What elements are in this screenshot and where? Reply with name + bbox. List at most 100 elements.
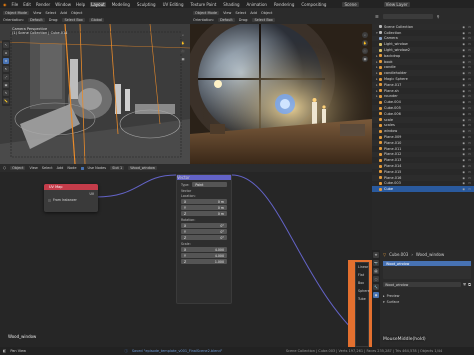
render-camera-icon[interactable]: ▭ xyxy=(468,187,471,191)
object-tab-icon[interactable]: ▢ xyxy=(373,276,379,282)
tab-layout[interactable]: Layout xyxy=(90,1,106,7)
render-camera-icon[interactable]: ▭ xyxy=(468,48,471,52)
material-tab-icon[interactable]: ● xyxy=(373,292,379,298)
visibility-eye-icon[interactable]: ◉ xyxy=(462,170,465,174)
left-mode-select[interactable]: Object Mode xyxy=(3,10,30,15)
render-camera-icon[interactable]: ▭ xyxy=(468,123,471,127)
render-camera-icon[interactable]: ▭ xyxy=(468,129,471,133)
menu-file[interactable]: File xyxy=(12,2,19,7)
node-tree-type-select[interactable]: Object xyxy=(10,166,26,170)
visibility-eye-icon[interactable]: ◉ xyxy=(462,100,465,104)
visibility-eye-icon[interactable]: ◉ xyxy=(462,164,465,168)
cursor-tool-icon[interactable]: ⊕ xyxy=(3,50,9,56)
surface-section-header[interactable]: ▾ Surface xyxy=(383,299,471,305)
visibility-eye-icon[interactable]: ◉ xyxy=(462,147,465,151)
right-orientation-select[interactable]: Default xyxy=(217,17,235,22)
render-camera-icon[interactable]: ▭ xyxy=(468,36,471,40)
visibility-eye-icon[interactable]: ◉ xyxy=(462,135,465,139)
annotate-tool-icon[interactable]: ✎ xyxy=(3,90,9,96)
render-camera-icon[interactable]: ▭ xyxy=(468,65,471,69)
right-menu-add[interactable]: Add xyxy=(250,11,257,15)
tab-modeling[interactable]: Modeling xyxy=(111,2,131,7)
node-menu-view[interactable]: View xyxy=(29,166,37,170)
material-slot-row[interactable]: Wood_window xyxy=(383,261,471,266)
visibility-eye-icon[interactable]: ◉ xyxy=(462,77,465,81)
render-camera-icon[interactable]: ▭ xyxy=(468,71,471,75)
render-camera-icon[interactable]: ▭ xyxy=(468,181,471,185)
render-camera-icon[interactable]: ▭ xyxy=(468,100,471,104)
visibility-eye-icon[interactable]: ◉ xyxy=(462,123,465,127)
outliner-search-input[interactable] xyxy=(382,13,433,19)
visibility-eye-icon[interactable]: ◉ xyxy=(462,54,465,58)
menu-render[interactable]: Render xyxy=(36,2,50,7)
copy-material-icon[interactable]: ⧉ xyxy=(468,282,471,287)
material-datablock-select[interactable]: Wood_window xyxy=(383,282,462,287)
visibility-eye-icon[interactable]: ◉ xyxy=(462,94,465,98)
tab-compositing[interactable]: Compositing xyxy=(300,2,327,7)
render-camera-icon[interactable]: ▭ xyxy=(468,118,471,122)
left-pivot-select[interactable]: Global xyxy=(88,17,105,22)
render-camera-icon[interactable]: ▭ xyxy=(468,83,471,87)
outliner-type-icon[interactable]: ☰ xyxy=(375,14,379,19)
rotation-x-field[interactable]: X 0° xyxy=(181,223,227,228)
render-camera-icon[interactable]: ▭ xyxy=(468,135,471,139)
pan-hand-icon[interactable]: ✋ xyxy=(180,40,186,46)
left-menu-select[interactable]: Select xyxy=(45,11,56,15)
menu-item-sphere[interactable]: Sphere xyxy=(356,287,370,295)
visibility-eye-icon[interactable]: ◉ xyxy=(462,152,465,156)
tab-texture-paint[interactable]: Texture Paint xyxy=(189,2,217,7)
use-nodes-checkbox[interactable] xyxy=(80,166,84,170)
visibility-eye-icon[interactable]: ◉ xyxy=(462,36,465,40)
camera-view-icon[interactable]: 🎥 xyxy=(180,48,186,54)
render-camera-icon[interactable]: ▭ xyxy=(468,94,471,98)
right-grid-view-icon[interactable]: ▦ xyxy=(362,56,368,62)
render-camera-icon[interactable]: ▭ xyxy=(468,147,471,151)
visibility-eye-icon[interactable]: ◉ xyxy=(462,106,465,110)
editor-type-icon[interactable]: ⬡ xyxy=(3,166,6,170)
view-layer-selector[interactable]: View Layer xyxy=(383,1,410,7)
left-drag-select[interactable]: Select Box xyxy=(62,17,85,22)
render-camera-icon[interactable]: ▭ xyxy=(468,164,471,168)
outliner-row[interactable]: Cube ◉ ▭ xyxy=(372,186,474,193)
visibility-eye-icon[interactable]: ◉ xyxy=(462,25,465,29)
visibility-eye-icon[interactable]: ◉ xyxy=(462,65,465,69)
modifier-tab-icon[interactable]: 🔧 xyxy=(373,284,379,290)
visibility-eye-icon[interactable]: ◉ xyxy=(462,176,465,180)
visibility-eye-icon[interactable]: ◉ xyxy=(462,187,465,191)
tab-uv-editing[interactable]: UV Editing xyxy=(162,2,185,7)
menu-item-linear[interactable]: Linear xyxy=(356,263,368,271)
render-camera-icon[interactable]: ▭ xyxy=(468,106,471,110)
render-camera-icon[interactable]: ▭ xyxy=(468,54,471,58)
rotate-tool-icon[interactable]: ↻ xyxy=(3,66,9,72)
menu-help[interactable]: Help xyxy=(76,2,85,7)
visibility-eye-icon[interactable]: ◉ xyxy=(462,42,465,46)
visibility-eye-icon[interactable]: ◉ xyxy=(462,158,465,162)
right-zoom-icon[interactable]: ⌕ xyxy=(362,32,368,38)
measure-tool-icon[interactable]: 📏 xyxy=(3,98,9,104)
rotation-y-field[interactable]: Y 0° xyxy=(181,229,227,234)
left-menu-object[interactable]: Object xyxy=(71,11,82,15)
render-camera-icon[interactable]: ▭ xyxy=(468,170,471,174)
menu-item-flat[interactable]: Flat xyxy=(356,271,368,279)
visibility-eye-icon[interactable]: ◉ xyxy=(462,48,465,52)
location-x-field[interactable]: X 0 m xyxy=(181,199,227,204)
tab-rendering[interactable]: Rendering xyxy=(273,2,295,7)
tab-shading[interactable]: Shading xyxy=(222,2,240,7)
blender-logo-icon[interactable]: ◉ xyxy=(3,2,7,7)
visibility-eye-icon[interactable]: ◉ xyxy=(462,60,465,64)
visibility-eye-icon[interactable]: ◉ xyxy=(462,83,465,87)
left-orientation-select[interactable]: Default xyxy=(27,17,45,22)
render-camera-icon[interactable]: ▭ xyxy=(468,42,471,46)
right-camera-view-icon[interactable]: 🎥 xyxy=(362,48,368,54)
left-menu-add[interactable]: Add xyxy=(60,11,67,15)
rotation-z-field[interactable]: Z 0° xyxy=(181,235,227,240)
right-drag-select[interactable]: Select Box xyxy=(252,17,275,22)
uv-map-node[interactable]: UV Map UV From Instancer xyxy=(44,184,98,212)
tab-sculpting[interactable]: Sculpting xyxy=(136,2,157,7)
location-z-field[interactable]: Z 0 m xyxy=(181,211,227,216)
render-camera-icon[interactable]: ▭ xyxy=(468,141,471,145)
visibility-eye-icon[interactable]: ◉ xyxy=(462,89,465,93)
menu-item-box[interactable]: Box xyxy=(356,279,368,287)
right-menu-view[interactable]: View xyxy=(223,11,231,15)
left-3d-viewport[interactable]: Camera Perspective (1) Scene Collection … xyxy=(0,24,190,164)
